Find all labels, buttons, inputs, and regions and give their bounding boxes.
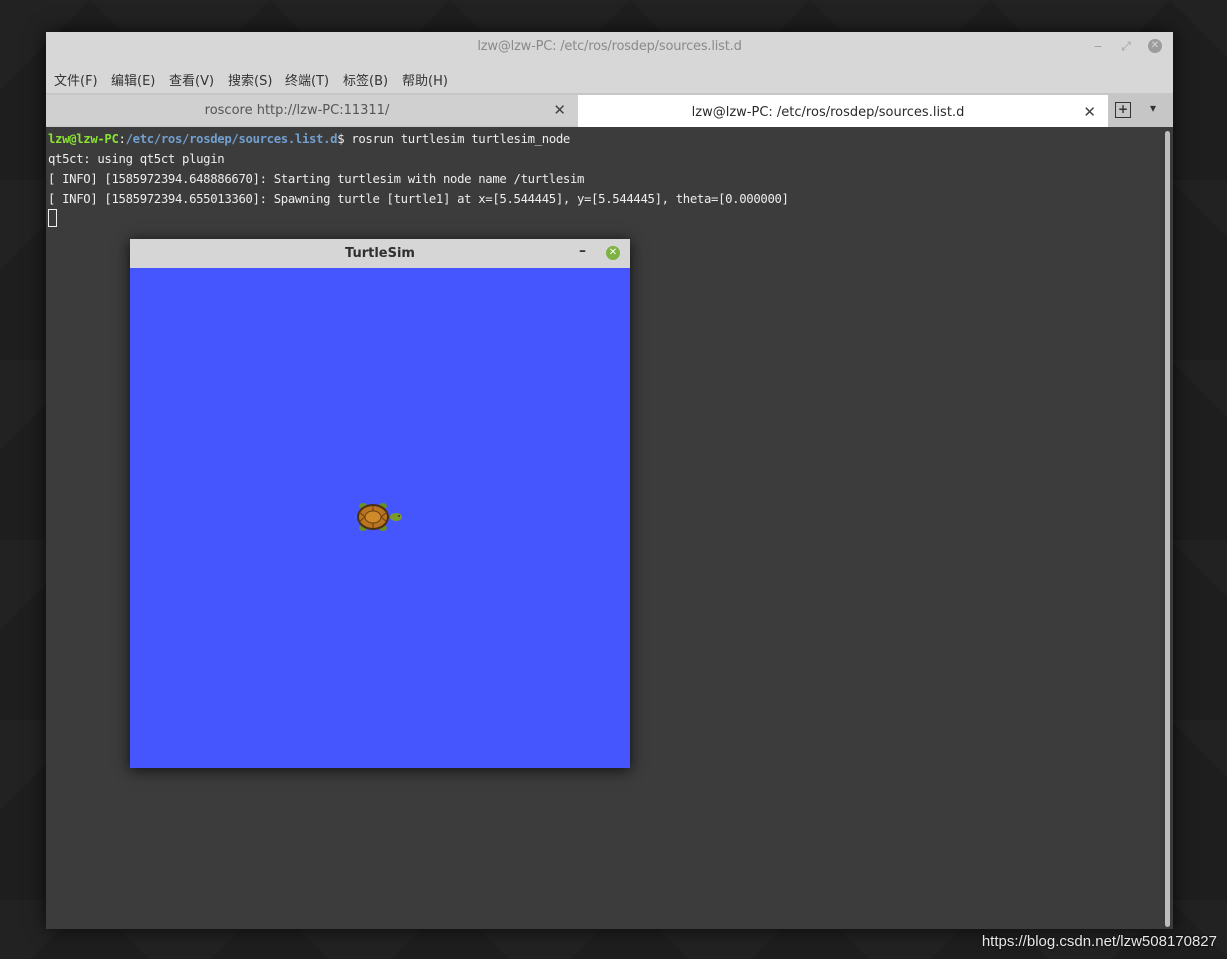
- turtle-icon: [355, 503, 402, 531]
- minimize-icon[interactable]: ‒: [1090, 38, 1106, 54]
- turtlesim-titlebar[interactable]: TurtleSim – ✕: [130, 239, 630, 268]
- tab-roscore[interactable]: roscore http://lzw-PC:11311/ ✕: [46, 95, 578, 126]
- tab-label: lzw@lzw-PC: /etc/ros/rosdep/sources.list…: [691, 105, 965, 120]
- close-icon[interactable]: ✕: [1148, 39, 1162, 53]
- output-line: [ INFO] [1585972394.648886670]: Starting…: [48, 172, 585, 186]
- output-line: qt5ct: using qt5ct plugin: [48, 152, 225, 166]
- watermark-text: https://blog.csdn.net/lzw508170827: [981, 933, 1217, 950]
- output-line: [ INFO] [1585972394.655013360]: Spawning…: [48, 192, 789, 206]
- window-title: lzw@lzw-PC: /etc/ros/rosdep/sources.list…: [477, 39, 742, 54]
- prompt-dollar: $: [337, 132, 352, 146]
- scrollbar-thumb[interactable]: [1165, 131, 1170, 927]
- tab-close-icon[interactable]: ✕: [553, 101, 566, 119]
- prompt-path: /etc/ros/rosdep/sources.list.d: [125, 132, 338, 146]
- new-tab-icon[interactable]: +: [1115, 102, 1131, 118]
- close-icon[interactable]: ✕: [606, 246, 620, 260]
- turtlesim-canvas: [130, 268, 630, 768]
- prompt-separator: :: [118, 132, 126, 146]
- menu-tabs[interactable]: 标签(B): [343, 70, 388, 89]
- terminal-titlebar[interactable]: lzw@lzw-PC: /etc/ros/rosdep/sources.list…: [46, 32, 1173, 61]
- prompt-line: lzw@lzw-PC:/etc/ros/rosdep/sources.list.…: [48, 132, 570, 146]
- menubar: 文件(F) 编辑(E) 查看(V) 搜索(S) 终端(T) 标签(B) 帮助(H…: [46, 61, 1173, 93]
- menu-edit[interactable]: 编辑(E): [111, 70, 155, 89]
- maximize-icon[interactable]: ⤢: [1118, 38, 1134, 54]
- tab-sources-list[interactable]: lzw@lzw-PC: /etc/ros/rosdep/sources.list…: [578, 95, 1108, 128]
- turtlesim-title: TurtleSim: [345, 246, 415, 261]
- tab-menu-icon[interactable]: ▾: [1150, 101, 1156, 115]
- tab-bar: roscore http://lzw-PC:11311/ ✕ lzw@lzw-P…: [46, 93, 1173, 128]
- tab-close-icon[interactable]: ✕: [1083, 103, 1096, 121]
- tab-label: roscore http://lzw-PC:11311/: [204, 103, 390, 118]
- menu-file[interactable]: 文件(F): [54, 70, 98, 89]
- menu-terminal[interactable]: 终端(T): [285, 70, 329, 89]
- minimize-icon[interactable]: –: [579, 243, 586, 259]
- scrollbar[interactable]: [1163, 129, 1173, 929]
- text-cursor: [48, 209, 57, 227]
- prompt-user-host: lzw@lzw-PC: [48, 132, 119, 146]
- menu-view[interactable]: 查看(V): [169, 70, 214, 89]
- menu-search[interactable]: 搜索(S): [228, 70, 272, 89]
- menu-help[interactable]: 帮助(H): [402, 70, 448, 89]
- command-text: rosrun turtlesim turtlesim_node: [351, 132, 570, 146]
- turtlesim-window: TurtleSim – ✕: [130, 239, 630, 768]
